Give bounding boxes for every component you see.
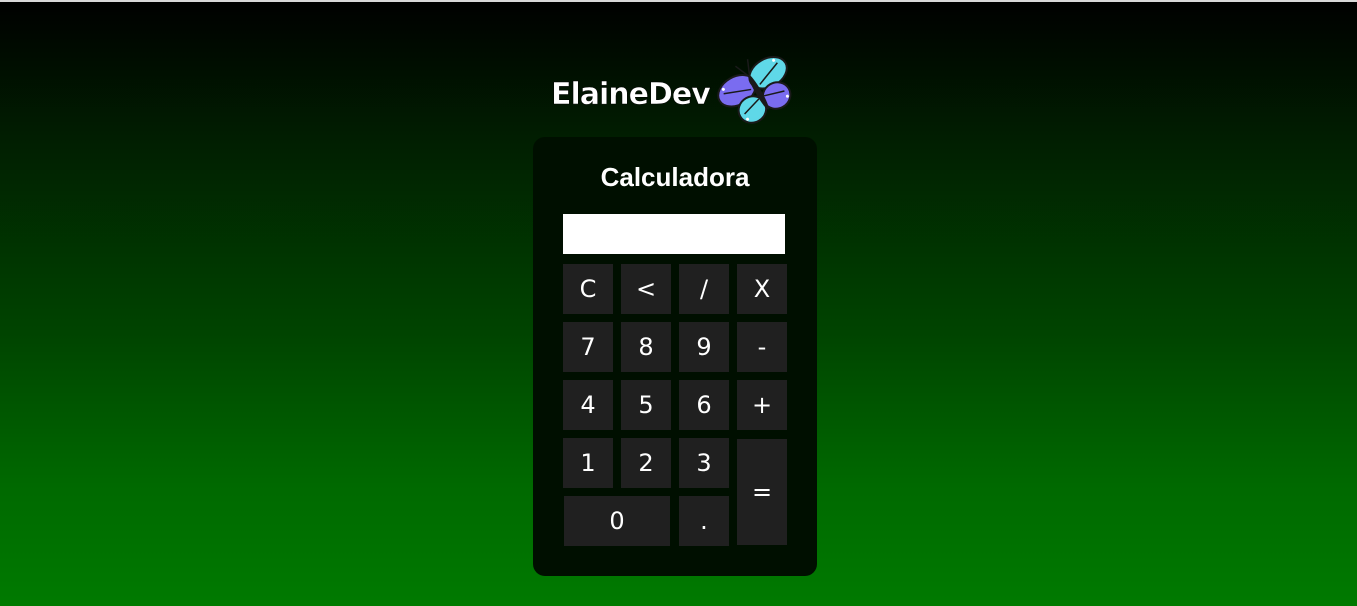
- digit-5-button[interactable]: 5: [621, 380, 671, 430]
- digit-6-button[interactable]: 6: [679, 380, 729, 430]
- digit-1-button[interactable]: 1: [563, 438, 613, 488]
- backspace-button[interactable]: <: [621, 264, 671, 314]
- subtract-button[interactable]: -: [737, 322, 787, 372]
- equals-button[interactable]: =: [737, 439, 787, 545]
- top-border: [0, 0, 1357, 2]
- digit-7-button[interactable]: 7: [563, 322, 613, 372]
- brand-logo: ElaineDev: [551, 52, 801, 134]
- divide-button[interactable]: /: [679, 264, 729, 314]
- decimal-button[interactable]: .: [679, 496, 729, 546]
- digit-8-button[interactable]: 8: [621, 322, 671, 372]
- digit-4-button[interactable]: 4: [563, 380, 613, 430]
- digit-2-button[interactable]: 2: [621, 438, 671, 488]
- add-button[interactable]: +: [737, 380, 787, 430]
- digit-9-button[interactable]: 9: [679, 322, 729, 372]
- butterfly-icon: [717, 56, 792, 124]
- calculator-panel: Calculadora C < / X 7 8 9 - 4 5 6 + 1 2 …: [533, 137, 817, 576]
- multiply-button[interactable]: X: [737, 264, 787, 314]
- brand-name: ElaineDev: [551, 77, 711, 113]
- digit-0-button[interactable]: 0: [564, 496, 670, 546]
- calculator-display[interactable]: [563, 214, 785, 254]
- clear-button[interactable]: C: [563, 264, 613, 314]
- calculator-title: Calculadora: [600, 162, 750, 192]
- digit-3-button[interactable]: 3: [679, 438, 729, 488]
